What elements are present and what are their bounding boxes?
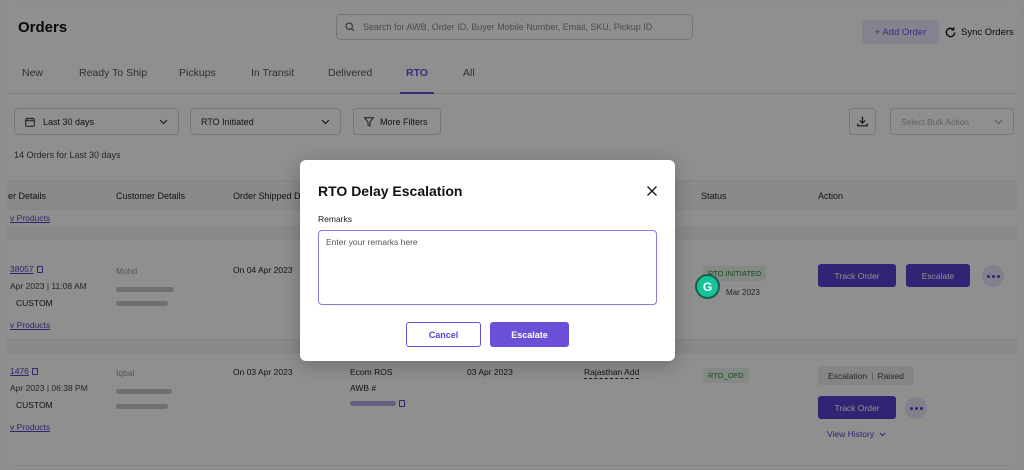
close-icon [646, 185, 658, 197]
remarks-textarea[interactable] [318, 230, 657, 305]
grammarly-widget[interactable]: G [695, 274, 720, 299]
app-frame: Orders + Add Order Sync Orders New Ready… [6, 4, 1018, 466]
close-button[interactable] [645, 185, 659, 199]
cancel-button[interactable]: Cancel [406, 322, 481, 347]
escalate-submit-button[interactable]: Escalate [490, 322, 569, 347]
remarks-label: Remarks [318, 214, 353, 224]
rto-delay-escalation-dialog: RTO Delay Escalation Remarks Cancel Esca… [300, 160, 675, 361]
dialog-title: RTO Delay Escalation [318, 183, 463, 199]
